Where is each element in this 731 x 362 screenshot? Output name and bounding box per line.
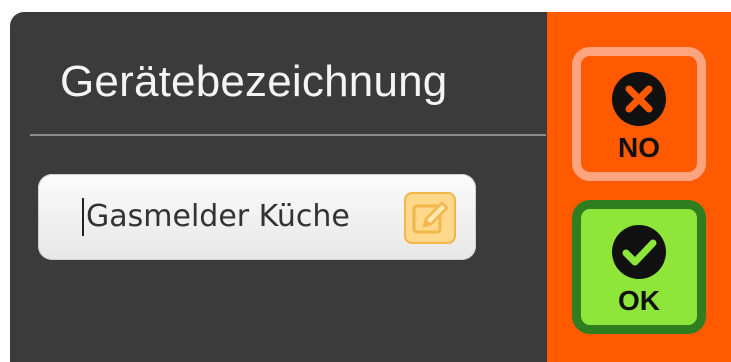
check-icon — [610, 223, 668, 281]
close-icon — [610, 70, 668, 128]
no-button-label: NO — [618, 132, 660, 163]
title-divider — [30, 134, 546, 136]
device-name-input[interactable]: Gasmelder Küche — [38, 174, 476, 260]
no-button[interactable]: NO — [572, 47, 706, 181]
text-caret — [82, 198, 84, 236]
action-panel: NO OK — [547, 12, 731, 362]
dialog-title: Gerätebezeichnung — [60, 57, 448, 106]
ok-button[interactable]: OK — [572, 200, 706, 334]
edit-pencil-icon[interactable] — [404, 192, 456, 244]
device-name-dialog: Gerätebezeichnung Gasmelder Küche NO OK — [10, 12, 731, 362]
ok-button-label: OK — [618, 285, 660, 316]
device-name-value: Gasmelder Küche — [86, 199, 350, 234]
